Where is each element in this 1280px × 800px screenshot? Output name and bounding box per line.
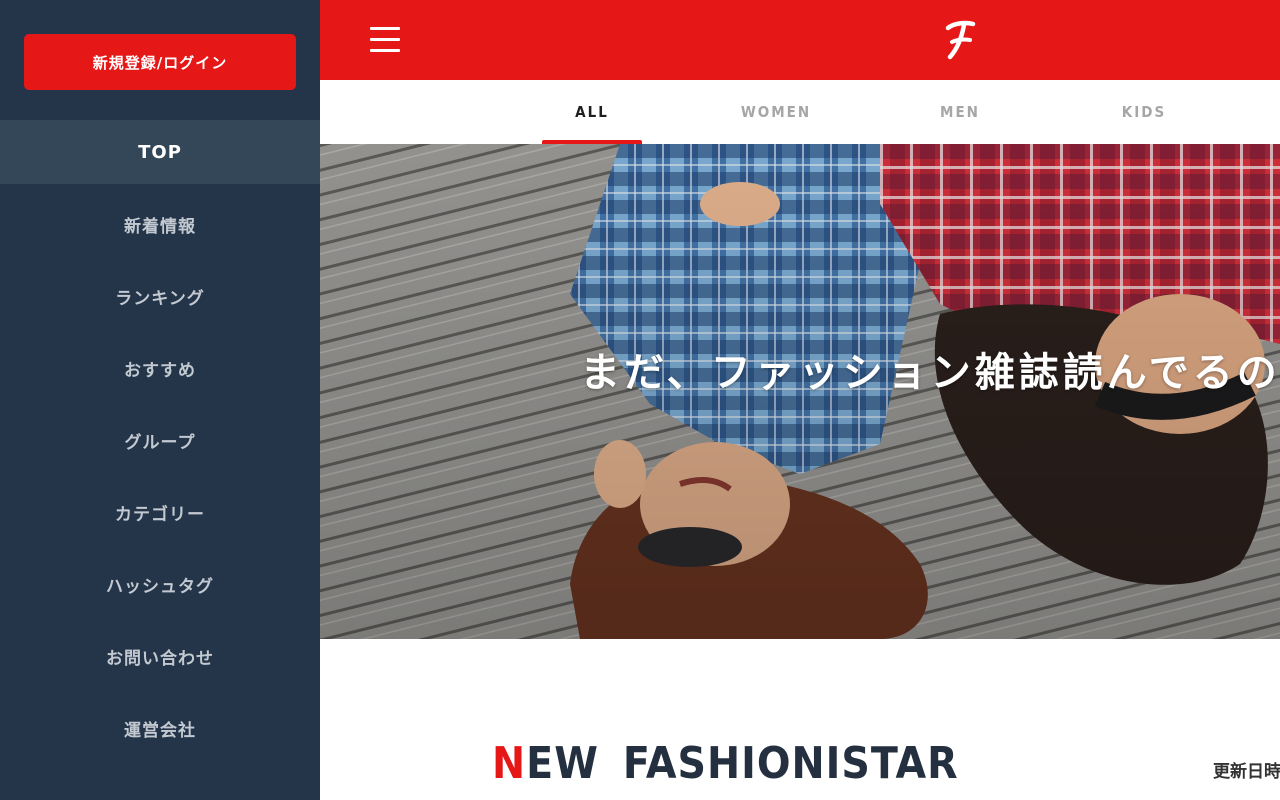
- category-tabs: ALL WOMEN MEN KIDS: [320, 80, 1280, 144]
- tab-all[interactable]: ALL: [542, 80, 642, 144]
- sidebar-nav: TOP 新着情報 ランキング おすすめ グループ カテゴリー ハッシュタグ お問…: [0, 120, 320, 768]
- hamburger-menu-icon[interactable]: [370, 26, 400, 52]
- hero-headline: まだ、ファッション雑誌読んでるの: [580, 350, 1280, 396]
- sidebar-item-group[interactable]: グループ: [0, 408, 320, 472]
- sidebar-item-contact[interactable]: お問い合わせ: [0, 624, 320, 688]
- sidebar-item-top[interactable]: TOP: [0, 120, 320, 184]
- section-title-first-word-rest: EW: [526, 738, 599, 789]
- sidebar-item-ranking[interactable]: ランキング: [0, 264, 320, 328]
- signup-login-button[interactable]: 新規登録/ログイン: [24, 34, 296, 90]
- section-title-second-word: FASHIONISTAR: [622, 738, 959, 789]
- sidebar-item-hashtag[interactable]: ハッシュタグ: [0, 552, 320, 616]
- sidebar-item-recommended[interactable]: おすすめ: [0, 336, 320, 400]
- updated-at-label: 更新日時: [1213, 762, 1280, 782]
- tab-women[interactable]: WOMEN: [726, 80, 826, 144]
- section-title-accent-letter: N: [492, 738, 527, 789]
- sidebar-item-category[interactable]: カテゴリー: [0, 480, 320, 544]
- sidebar-item-news[interactable]: 新着情報: [0, 192, 320, 256]
- tab-men[interactable]: MEN: [910, 80, 1010, 144]
- section-title: NEW FASHIONISTAR: [492, 738, 959, 789]
- top-header: [320, 0, 1280, 80]
- sidebar: 新規登録/ログイン TOP 新着情報 ランキング おすすめ グループ カテゴリー…: [0, 0, 320, 800]
- sidebar-item-company[interactable]: 運営会社: [0, 696, 320, 760]
- tab-kids[interactable]: KIDS: [1094, 80, 1194, 144]
- brand-logo-icon[interactable]: [940, 18, 980, 62]
- hero-banner[interactable]: まだ、ファッション雑誌読んでるの: [320, 144, 1280, 639]
